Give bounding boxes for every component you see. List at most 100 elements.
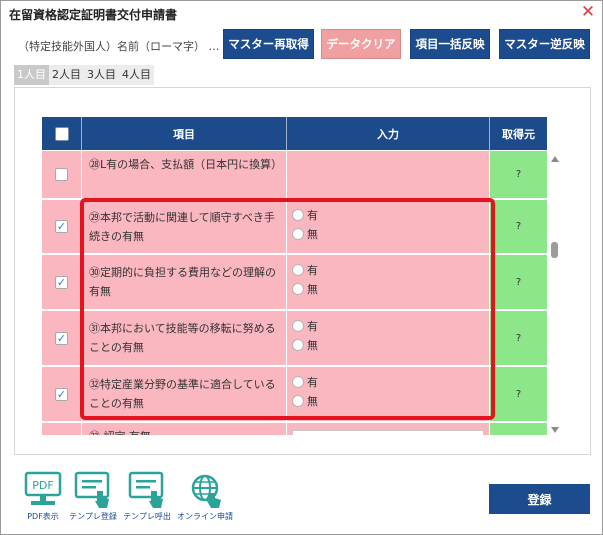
row-item-label: ㉚定期的に負担する費用などの理解の有無 bbox=[82, 255, 287, 309]
row-check-cell bbox=[42, 151, 82, 198]
source-button[interactable]: ? bbox=[490, 200, 547, 253]
row-checkbox[interactable] bbox=[55, 168, 68, 181]
bulk-apply-button[interactable]: 項目一括反映 bbox=[410, 29, 490, 59]
row-input-cell: 有 無 bbox=[287, 200, 490, 253]
source-button[interactable]: ? bbox=[490, 255, 547, 309]
scroll-down-icon[interactable] bbox=[551, 427, 559, 433]
column-header-source: 取得元 bbox=[502, 127, 535, 141]
table-row: ㉝ 認定 有無 ? bbox=[42, 423, 547, 435]
name-label-text: （特定技能外国人）名前（ローマ字） bbox=[18, 40, 205, 53]
person-tabs: 1人目 2人目 3人目 4人目 bbox=[14, 65, 154, 85]
row-item-label: ㉙本邦で活動に関連して順守すべき手続きの有無 bbox=[82, 200, 287, 253]
radio-option-no[interactable]: 無 bbox=[292, 226, 318, 242]
row-check-cell: ✓ bbox=[42, 200, 82, 253]
data-clear-button[interactable]: データクリア bbox=[321, 29, 401, 59]
row-input-cell bbox=[287, 423, 490, 435]
row-item-label: ㉝ 認定 有無 bbox=[82, 423, 287, 435]
radio-label: 有 bbox=[307, 320, 318, 333]
row-input-cell: 有 無 bbox=[287, 367, 490, 421]
row-input-cell bbox=[287, 151, 490, 198]
radio-option-yes[interactable]: 有 bbox=[292, 318, 318, 334]
source-button[interactable]: ? bbox=[490, 423, 547, 435]
radio-option-yes[interactable]: 有 bbox=[292, 207, 318, 223]
row-check-cell: ✓ bbox=[42, 255, 82, 309]
row-checkbox[interactable]: ✓ bbox=[55, 275, 68, 289]
row-checkbox[interactable]: ✓ bbox=[55, 220, 68, 233]
tab-person-4[interactable]: 4人目 bbox=[119, 65, 154, 85]
pdf-icon: PDF bbox=[24, 471, 62, 505]
table-header: 項目 入力 取得元 bbox=[42, 117, 547, 150]
row-checkbox[interactable]: ✓ bbox=[55, 387, 68, 401]
row-item-label: ㉜特定産業分野の基準に適合していることの有無 bbox=[82, 367, 287, 421]
checkmark-icon: ✓ bbox=[56, 387, 67, 401]
radio-button[interactable] bbox=[292, 228, 304, 240]
checkmark-icon: ✓ bbox=[56, 220, 67, 233]
radio-button[interactable] bbox=[292, 320, 304, 332]
pdf-badge: PDF bbox=[32, 479, 53, 492]
radio-option-no[interactable]: 無 bbox=[292, 337, 318, 353]
tab-person-2[interactable]: 2人目 bbox=[49, 65, 84, 85]
radio-button[interactable] bbox=[292, 339, 304, 351]
tab-person-3[interactable]: 3人目 bbox=[84, 65, 119, 85]
radio-button[interactable] bbox=[292, 376, 304, 388]
table-row: ✓ ㉙本邦で活動に関連して順守すべき手続きの有無 有 無 ? bbox=[42, 200, 547, 254]
table-scrollbar[interactable] bbox=[548, 154, 562, 434]
table-row: ✓ ㉛本邦において技能等の移転に努めることの有無 有 無 ? bbox=[42, 311, 547, 366]
source-button[interactable]: ? bbox=[490, 311, 547, 365]
radio-label: 有 bbox=[307, 264, 318, 277]
scroll-up-icon[interactable] bbox=[551, 156, 559, 162]
source-button[interactable]: ? bbox=[490, 367, 547, 421]
radio-option-no[interactable]: 無 bbox=[292, 281, 318, 297]
template-register-button[interactable]: テンプレ登録 bbox=[66, 471, 120, 521]
radio-label: 無 bbox=[307, 339, 318, 352]
row-text-input[interactable] bbox=[292, 430, 484, 435]
radio-option-no[interactable]: 無 bbox=[292, 393, 318, 409]
row-input-cell: 有 無 bbox=[287, 255, 490, 309]
radio-label: 無 bbox=[307, 228, 318, 241]
pdf-view-button[interactable]: PDF PDF表示 bbox=[16, 471, 70, 521]
register-button[interactable]: 登録 bbox=[489, 484, 590, 514]
radio-button[interactable] bbox=[292, 395, 304, 407]
header-check-cell bbox=[42, 117, 82, 150]
window-title: 在留資格認定証明書交付申請書 bbox=[9, 8, 178, 22]
checkmark-icon: ✓ bbox=[56, 275, 67, 289]
scroll-thumb[interactable] bbox=[551, 242, 558, 258]
row-input-cell: 有 無 bbox=[287, 311, 490, 365]
online-application-button[interactable]: オンライン申請 bbox=[177, 471, 233, 521]
radio-option-yes[interactable]: 有 bbox=[292, 262, 318, 278]
row-checkbox[interactable]: ✓ bbox=[55, 331, 68, 345]
online-application-label: オンライン申請 bbox=[177, 512, 233, 521]
name-label: （特定技能外国人）名前（ローマ字） … bbox=[18, 38, 220, 54]
radio-button[interactable] bbox=[292, 283, 304, 295]
master-reverse-button[interactable]: マスター逆反映 bbox=[499, 29, 590, 59]
globe-icon bbox=[191, 474, 221, 508]
source-button[interactable]: ? bbox=[490, 151, 547, 198]
select-all-checkbox[interactable] bbox=[54, 126, 69, 141]
column-header-input: 入力 bbox=[287, 117, 490, 150]
tab-person-1[interactable]: 1人目 bbox=[14, 65, 49, 85]
radio-button[interactable] bbox=[292, 264, 304, 276]
row-check-cell: ✓ bbox=[42, 367, 82, 421]
template-call-button[interactable]: テンプレ呼出 bbox=[120, 471, 174, 521]
item-table: 項目 入力 取得元 ㉘L有の場合、支払額（日本円に換算） ? ✓ ㉙本邦で活動に… bbox=[42, 117, 564, 435]
table-row: ✓ ㉜特定産業分野の基準に適合していることの有無 有 無 ? bbox=[42, 367, 547, 422]
radio-button[interactable] bbox=[292, 209, 304, 221]
template-register-icon bbox=[74, 471, 110, 508]
column-header-item: 項目 bbox=[82, 117, 287, 150]
table-row: ㉘L有の場合、支払額（日本円に換算） ? bbox=[42, 151, 547, 199]
master-refresh-button[interactable]: マスター再取得 bbox=[223, 29, 314, 59]
radio-label: 無 bbox=[307, 395, 318, 408]
radio-option-yes[interactable]: 有 bbox=[292, 374, 318, 390]
name-value: … bbox=[208, 40, 220, 53]
row-item-label: ㉘L有の場合、支払額（日本円に換算） bbox=[82, 151, 287, 198]
checkmark-icon: ✓ bbox=[56, 331, 67, 345]
template-call-label: テンプレ呼出 bbox=[123, 512, 171, 521]
template-call-icon bbox=[128, 471, 164, 508]
dialog-window: 在留資格認定証明書交付申請書 ✕ （特定技能外国人）名前（ローマ字） … マスタ… bbox=[0, 0, 603, 535]
row-check-cell bbox=[42, 423, 82, 435]
radio-label: 有 bbox=[307, 376, 318, 389]
close-icon[interactable]: ✕ bbox=[580, 3, 596, 21]
radio-label: 有 bbox=[307, 209, 318, 222]
row-item-label: ㉛本邦において技能等の移転に努めることの有無 bbox=[82, 311, 287, 365]
radio-label: 無 bbox=[307, 283, 318, 296]
